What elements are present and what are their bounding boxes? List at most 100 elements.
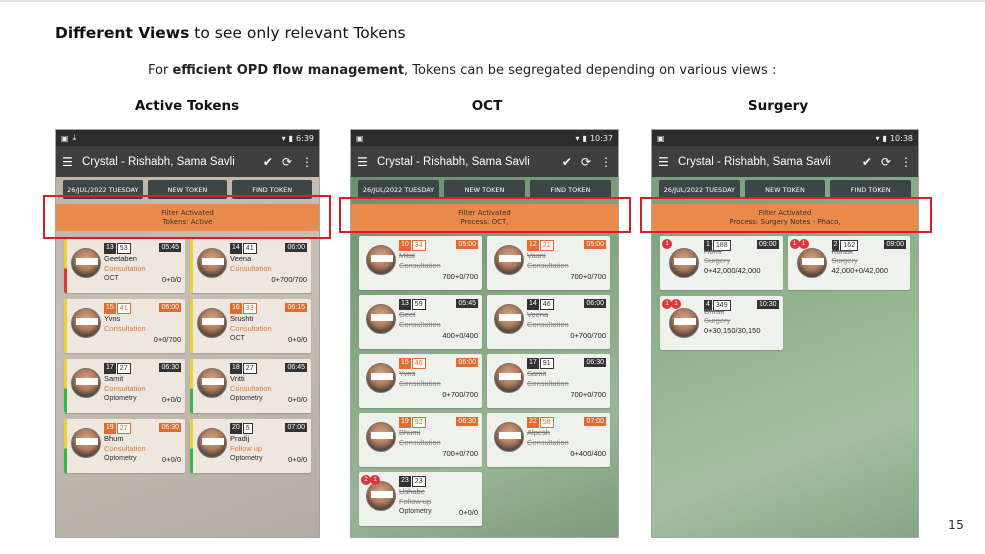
process-name: Consultation	[230, 384, 272, 393]
patient-photo	[71, 428, 101, 458]
token-card[interactable]: 19 92 06:30 Bhumi Consultation 700+0/700	[359, 413, 482, 467]
more-vert-icon[interactable]: ⋮	[600, 155, 612, 169]
token-card[interactable]: 22 58 07:00 Alpesh Consultation 0+400/400	[487, 413, 610, 467]
token-card[interactable]: 23 23 Ushabe Follow up Optometry 0+0/0 2 1	[359, 472, 482, 526]
more-vert-icon[interactable]: ⋮	[301, 155, 313, 169]
token-number: 23 23	[399, 476, 426, 487]
status-bar: ▣ ▾ ▮ 10:37	[351, 130, 618, 146]
process-name: Consultation	[527, 438, 569, 447]
status-right: ▾ ▮ 10:38	[876, 134, 913, 143]
payment-amount: 0+0/0	[288, 335, 307, 344]
token-number: 12 21	[527, 240, 554, 251]
token-card[interactable]: 14 41 06:00 Veena Consultation 0+700/700	[190, 239, 311, 293]
status-bar-indicator	[64, 359, 67, 413]
token-time: 05:00	[456, 240, 478, 249]
user-check-icon[interactable]: ✔	[862, 155, 872, 169]
more-vert-icon[interactable]: ⋮	[900, 155, 912, 169]
token-time: 09:00	[884, 240, 906, 249]
process-name: Consultation	[399, 320, 441, 329]
token-card[interactable]: 14 46 06:00 Veena Consultation 0+700/700	[487, 295, 610, 349]
status-right: ▾ ▮ 10:37	[576, 134, 613, 143]
process-name: Consultation	[527, 379, 569, 388]
token-card[interactable]: 4 349 10:30 Dhruti Surgery 0+30,150/30,150 1 1	[660, 296, 783, 350]
payment-amount: 0+700/700	[570, 331, 606, 340]
token-card[interactable]: 18 27 06:45 Vritti Consultation Optometry 0+0/…	[190, 359, 311, 413]
patient-photo	[669, 248, 699, 278]
token-number: 17 27	[104, 363, 131, 374]
department: Optometry	[230, 395, 263, 402]
token-card[interactable]: 17 91 06:30 Samit Consultation 700+0/700	[487, 354, 610, 408]
token-card[interactable]: 19 27 06:30 Bhum Consultation Optometry 0+0/0	[64, 419, 185, 473]
department: Optometry	[104, 395, 137, 402]
refresh-icon[interactable]: ⟳	[581, 155, 591, 169]
patient-name: Dhruti	[704, 307, 725, 316]
refresh-icon[interactable]: ⟳	[282, 155, 292, 169]
token-time: 06:00	[456, 358, 478, 367]
refresh-icon[interactable]: ⟳	[881, 155, 891, 169]
patient-name: Veena	[230, 254, 252, 263]
token-time: 05:00	[584, 240, 606, 249]
token-number: 22 58	[527, 417, 554, 428]
patient-photo	[71, 368, 101, 398]
token-seq: 17	[104, 363, 116, 374]
status-bar-indicator	[190, 359, 193, 413]
patient-name: Yvns	[104, 314, 121, 323]
token-card[interactable]: 10 34 05:00 Mital Consultation 700+0/700	[359, 236, 482, 290]
token-time: 07:00	[584, 417, 606, 426]
download-icon: ⤓	[72, 133, 77, 142]
hamburger-menu-icon[interactable]: ☰	[357, 155, 369, 169]
token-card[interactable]: 13 53 05:45 Geetaben Consultation OCT 0+0/0	[64, 239, 185, 293]
token-card[interactable]: 1 188 09:00 Homi Surgery 0+42,000/42,000 1	[660, 236, 783, 290]
button-row: 26/JUL/2022 TUESDAY NEW TOKEN FIND TOKEN	[652, 177, 918, 199]
wifi-icon: ▾	[575, 133, 580, 143]
user-check-icon[interactable]: ✔	[263, 155, 273, 169]
token-card[interactable]: 16 33 06:15 Srushti Consultation OCT 0+0/0	[190, 299, 311, 353]
token-time: 09:00	[756, 240, 779, 249]
hamburger-menu-icon[interactable]: ☰	[658, 155, 670, 169]
token-id: 5	[242, 423, 253, 434]
department: OCT	[104, 275, 119, 282]
token-card[interactable]: 17 27 06:30 Samit Consultation Optometry 0+0/0	[64, 359, 185, 413]
patient-photo	[796, 248, 827, 278]
token-card[interactable]: 12 21 05:00 Vaani Consultation 700+0/700	[487, 236, 610, 290]
patient-name: Geet	[399, 310, 416, 319]
token-time: 06:00	[584, 299, 606, 308]
token-seq: 16	[230, 303, 242, 314]
token-id: 46	[411, 358, 426, 369]
patient-photo	[366, 363, 396, 393]
status-bar-indicator	[64, 239, 67, 293]
status-left: ▣	[657, 134, 665, 143]
patient-name: Bhumi	[399, 428, 421, 437]
token-card[interactable]: 15 41 06:00 Yvns Consultation 0+0/700	[64, 299, 185, 353]
token-card[interactable]: 15 46 06:00 Yvns Consultation 0+700/700	[359, 354, 482, 408]
token-id: 27	[116, 363, 131, 374]
token-number: 14 46	[527, 299, 554, 310]
hamburger-menu-icon[interactable]: ☰	[62, 155, 74, 169]
token-seq: 17	[527, 358, 539, 369]
token-time: 06:30	[159, 423, 181, 432]
patient-name: Bhum	[104, 434, 124, 443]
token-id: 41	[242, 243, 257, 254]
token-id: 53	[116, 243, 131, 254]
token-seq: 15	[104, 303, 116, 314]
notification-badge: 1	[671, 299, 681, 309]
patient-photo	[494, 304, 524, 334]
user-check-icon[interactable]: ✔	[562, 155, 572, 169]
token-seq: 20	[230, 423, 242, 434]
payment-amount: 0+42,000/42,000	[704, 266, 761, 275]
token-time: 05:45	[159, 243, 181, 252]
token-seq: 12	[527, 240, 539, 251]
token-card[interactable]: 13 59 05:45 Geet Consultation 400+0/400	[359, 295, 482, 349]
process-name: Follow up	[399, 497, 432, 506]
process-name: Consultation	[104, 444, 146, 453]
phone-screen-oct: ▣ ▾ ▮ 10:37 ☰ Crystal - Rishabh, Sama Savli ✔ ⟳…	[350, 129, 619, 538]
token-id: 34	[411, 240, 426, 251]
process-name: Consultation	[399, 438, 441, 447]
token-card[interactable]: 20 5 07:00 Pradij Follow up Optometry 0+0/0	[190, 419, 311, 473]
token-number: 15 46	[399, 358, 426, 369]
token-number: 19 92	[399, 417, 426, 428]
process-name: Consultation	[527, 320, 569, 329]
patient-name: Srushti	[230, 314, 254, 323]
token-card[interactable]: 2 162 09:00 Kanak Surgery 42,000+0/42,000 1 1	[787, 236, 910, 290]
token-number: 20 5	[230, 423, 253, 434]
